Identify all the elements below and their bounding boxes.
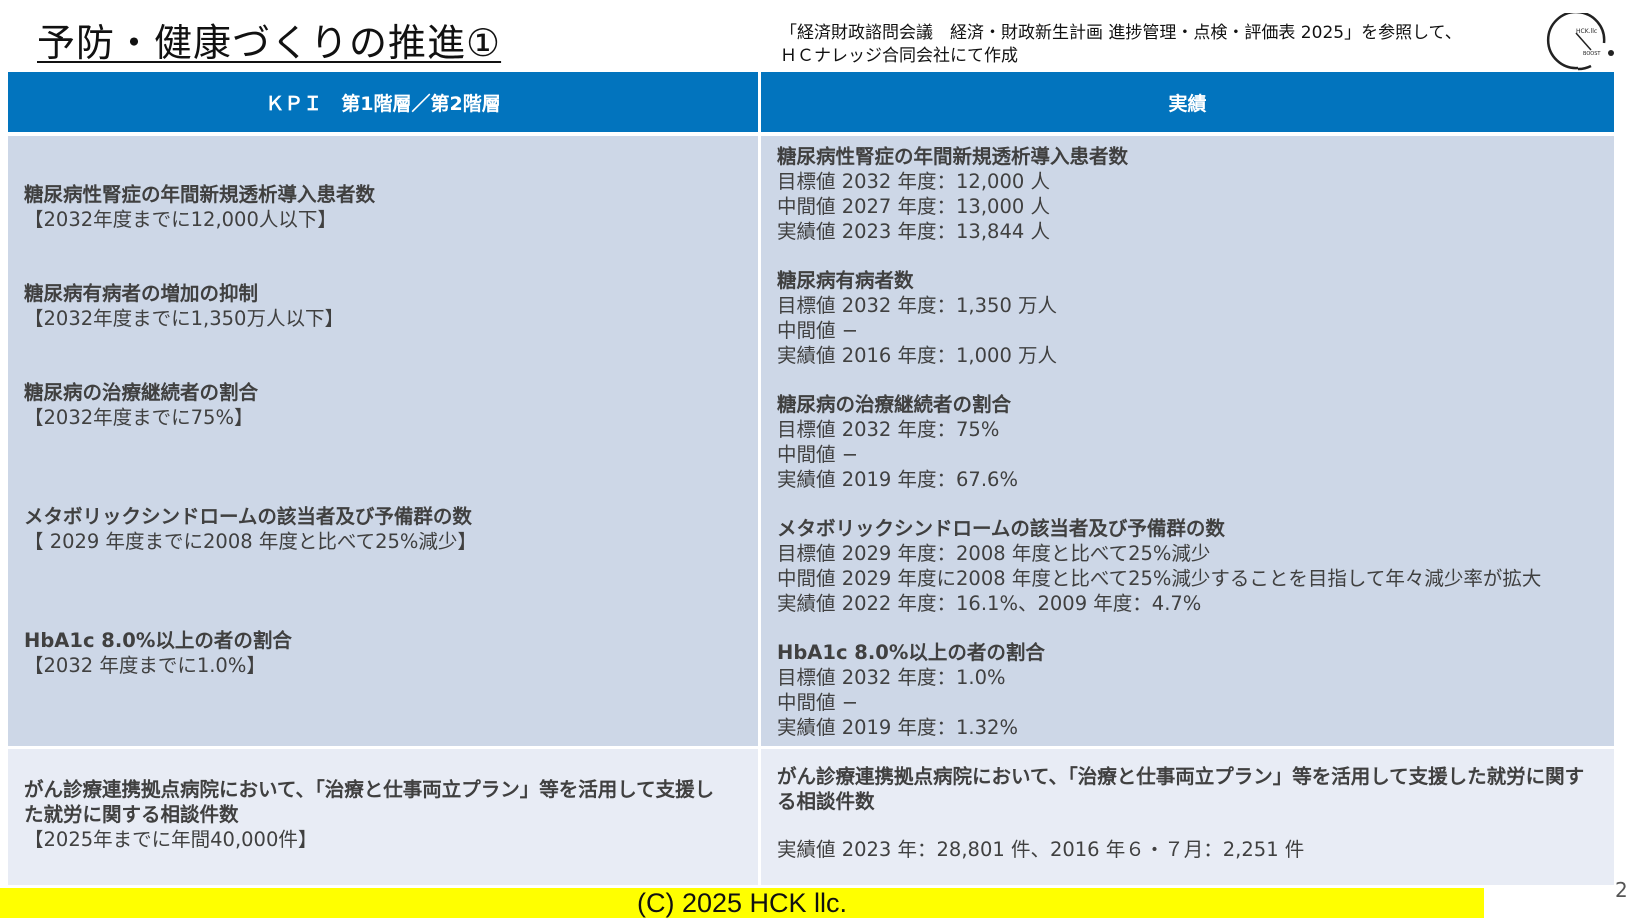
kpi-item: がん診療連携拠点病院において、「治療と仕事両立プラン」等を活用して支援した就労に…: [24, 777, 724, 852]
copyright-text: (C) 2025 HCK llc.: [636, 888, 848, 918]
kpi-title: 糖尿病の治療継続者の割合: [24, 381, 259, 404]
table-row-main: 糖尿病性腎症の年間新規透析導入患者数 【2032年度までに12,000人以下】 …: [8, 136, 1614, 746]
result-title: 糖尿病性腎症の年間新規透析導入患者数: [777, 145, 1129, 168]
kpi-column-last: がん診療連携拠点病院において、「治療と仕事両立プラン」等を活用して支援した就労に…: [8, 749, 758, 885]
result-item: 糖尿病性腎症の年間新規透析導入患者数 目標値 2032 年度：12,000 人 …: [777, 144, 1128, 244]
result-line: 実績値 2023 年：28,801 件、2016 年６・７月：2,251 件: [777, 838, 1305, 861]
result-item: がん診療連携拠点病院において、「治療と仕事両立プラン」等を活用して支援した就労に…: [777, 764, 1587, 862]
source-line-1: 「経済財政諮問会議 経済・財政新生計画 進捗管理・点検・評価表 2025」を参照…: [780, 23, 1462, 43]
result-line: 目標値 2032 年度：12,000 人: [777, 170, 1050, 193]
result-line: 目標値 2032 年度：1,350 万人: [777, 294, 1058, 317]
logo-text-top: HCK.llc: [1576, 28, 1597, 35]
kpi-target: 【2032年度までに12,000人以下】: [24, 208, 337, 231]
table-row-last: がん診療連携拠点病院において、「治療と仕事両立プラン」等を活用して支援した就労に…: [8, 749, 1614, 885]
result-line: 実績値 2016 年度：1,000 万人: [777, 344, 1058, 367]
result-title: 糖尿病有病者数: [777, 269, 914, 292]
result-title: 糖尿病の治療継続者の割合: [777, 393, 1012, 416]
kpi-item: 糖尿病性腎症の年間新規透析導入患者数 【2032年度までに12,000人以下】: [24, 182, 375, 232]
kpi-title: がん診療連携拠点病院において、「治療と仕事両立プラン」等を活用して支援した就労に…: [24, 778, 715, 826]
result-column: 糖尿病性腎症の年間新規透析導入患者数 目標値 2032 年度：12,000 人 …: [761, 136, 1614, 746]
kpi-title: HbA1c 8.0%以上の者の割合: [24, 629, 292, 652]
result-line: 実績値 2022 年度：16.1%、2009 年度：4.7%: [777, 592, 1202, 615]
kpi-item: 糖尿病の治療継続者の割合 【2032年度までに75%】: [24, 380, 258, 430]
kpi-item: メタボリックシンドロームの該当者及び予備群の数 【 2029 年度までに2008…: [24, 504, 477, 554]
kpi-item: 糖尿病有病者の増加の抑制 【2032年度までに1,350万人以下】: [24, 281, 344, 331]
result-line: 目標値 2029 年度：2008 年度と比べて25%減少: [777, 542, 1211, 565]
kpi-item: HbA1c 8.0%以上の者の割合 【2032 年度までに1.0%】: [24, 628, 292, 678]
result-item: 糖尿病有病者数 目標値 2032 年度：1,350 万人 中間値 − 実績値 2…: [777, 268, 1057, 368]
kpi-title: 糖尿病性腎症の年間新規透析導入患者数: [24, 183, 376, 206]
result-line: 実績値 2019 年度：67.6%: [777, 468, 1018, 491]
kpi-target: 【 2029 年度までに2008 年度と比べて25%減少】: [24, 530, 477, 553]
kpi-target: 【2032年度までに1,350万人以下】: [24, 307, 344, 330]
result-title: HbA1c 8.0%以上の者の割合: [777, 641, 1045, 664]
result-line: 中間値 −: [777, 443, 859, 466]
hck-logo-icon: HCK.llc BOOST: [1546, 13, 1614, 71]
page-number: 2: [1615, 878, 1628, 902]
result-line: 目標値 2032 年度：75%: [777, 418, 1000, 441]
result-line: 中間値 −: [777, 691, 859, 714]
result-title: がん診療連携拠点病院において、「治療と仕事両立プラン」等を活用して支援した就労に…: [777, 765, 1585, 813]
table-header: ＫＰＩ 第1階層／第2階層 実績: [8, 72, 1614, 132]
source-line-2: ＨＣナレッジ合同会社にて作成: [780, 46, 1018, 66]
source-note: 「経済財政諮問会議 経済・財政新生計画 進捗管理・点検・評価表 2025」を参照…: [780, 22, 1462, 68]
result-item: メタボリックシンドロームの該当者及び予備群の数 目標値 2029 年度：2008…: [777, 516, 1541, 616]
kpi-title: 糖尿病有病者の増加の抑制: [24, 282, 259, 305]
kpi-table: ＫＰＩ 第1階層／第2階層 実績 糖尿病性腎症の年間新規透析導入患者数 【203…: [8, 72, 1614, 885]
copyright-bar: (C) 2025 HCK llc.: [0, 888, 1484, 918]
result-line: 目標値 2032 年度：1.0%: [777, 666, 1006, 689]
result-item: HbA1c 8.0%以上の者の割合 目標値 2032 年度：1.0% 中間値 −…: [777, 640, 1045, 740]
result-title: メタボリックシンドロームの該当者及び予備群の数: [777, 517, 1225, 540]
result-line: 中間値 −: [777, 319, 859, 342]
kpi-target: 【2025年までに年間40,000件】: [24, 828, 318, 851]
result-line: 実績値 2019 年度：1.32%: [777, 716, 1018, 739]
result-line: 中間値 2029 年度に2008 年度と比べて25%減少することを目指して年々減…: [777, 567, 1542, 590]
kpi-column: 糖尿病性腎症の年間新規透析導入患者数 【2032年度までに12,000人以下】 …: [8, 136, 758, 746]
result-column-last: がん診療連携拠点病院において、「治療と仕事両立プラン」等を活用して支援した就労に…: [761, 749, 1614, 885]
header-result: 実績: [761, 72, 1614, 132]
page-title: 予防・健康づくりの推進①: [37, 21, 502, 65]
kpi-target: 【2032年度までに75%】: [24, 406, 254, 429]
result-line: 実績値 2023 年度：13,844 人: [777, 220, 1050, 243]
kpi-target: 【2032 年度までに1.0%】: [24, 654, 266, 677]
kpi-title: メタボリックシンドロームの該当者及び予備群の数: [24, 505, 472, 528]
logo-text-bottom: BOOST: [1583, 51, 1601, 57]
result-item: 糖尿病の治療継続者の割合 目標値 2032 年度：75% 中間値 − 実績値 2…: [777, 392, 1018, 492]
result-line: 中間値 2027 年度：13,000 人: [777, 195, 1050, 218]
header-kpi: ＫＰＩ 第1階層／第2階層: [8, 72, 758, 132]
